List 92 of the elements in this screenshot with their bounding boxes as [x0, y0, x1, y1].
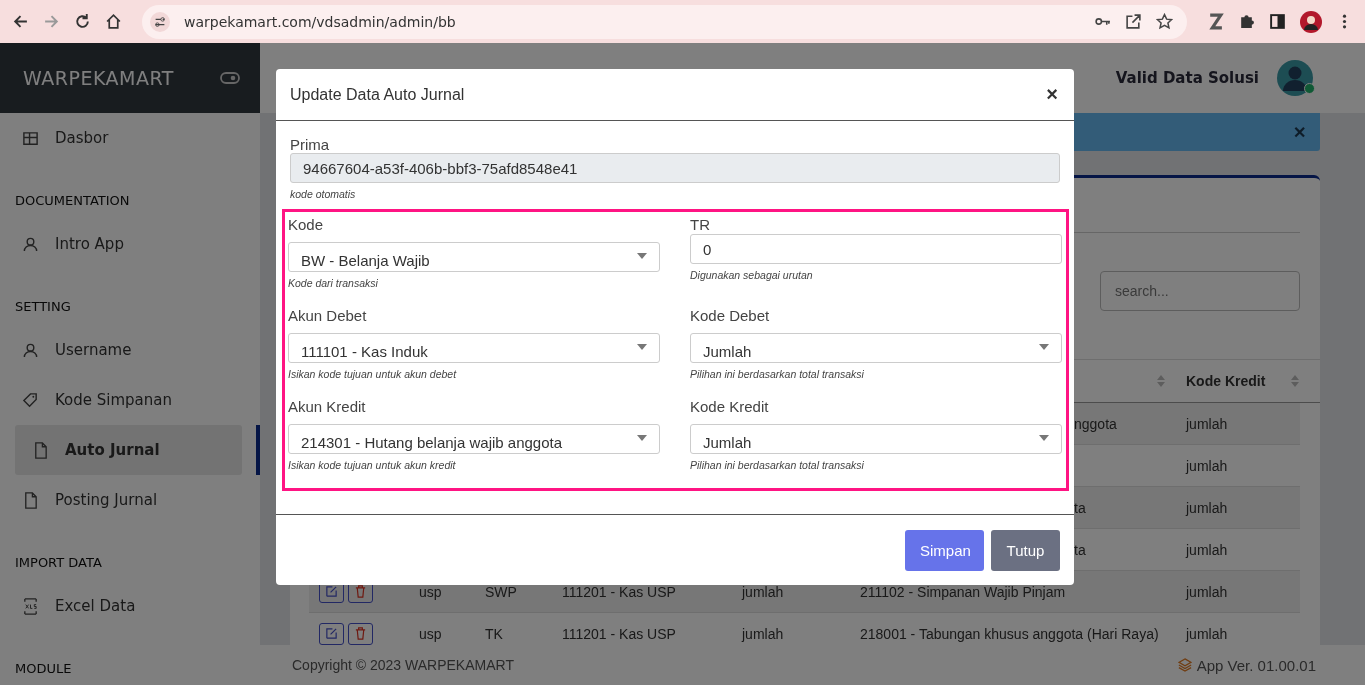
field-label: TR [690, 216, 711, 235]
edit-icon [325, 627, 338, 640]
sidebar-item[interactable]: Posting Jurnal [0, 475, 260, 525]
tag-icon [22, 391, 39, 409]
amount-cell: jumlah [1186, 499, 1228, 516]
star-icon[interactable] [1156, 13, 1173, 30]
copyright-text: Copyright © 2023 WARPEKAMART [292, 657, 514, 673]
sidebar-item[interactable]: Intro App [0, 219, 260, 269]
spreadsheet-icon [22, 597, 39, 615]
share-icon[interactable] [1125, 13, 1142, 30]
user-name: Valid Data Solusi [1115, 69, 1259, 87]
help-text: Pilihan ini berdasarkan total transaksi [690, 368, 865, 380]
brand-title: WARPEKAMART [23, 67, 174, 89]
back-icon[interactable] [12, 13, 29, 30]
person-icon [22, 235, 39, 253]
input-field[interactable]: 0 [690, 234, 1062, 264]
caret-icon [1039, 344, 1049, 350]
readonly-field: 94667604-a53f-406b-bbf3-75afd8548e41 [290, 153, 1060, 183]
section-heading: MODULE [15, 660, 73, 678]
code-cell: TK [485, 625, 503, 642]
amount-cell: jumlah [1186, 457, 1228, 474]
trash-icon [354, 585, 367, 598]
sidebar-item[interactable]: Kode Simpanan [0, 375, 260, 425]
select-field[interactable]: BW - Belanja Wajib [288, 242, 660, 272]
account-cell: nggota [1074, 415, 1117, 432]
amount-cell: jumlah [742, 583, 784, 600]
account-cell: 111201 - Kas USP [562, 583, 676, 600]
help-text: Kode dari transaksi [288, 277, 379, 289]
puzzle-icon[interactable] [1238, 13, 1255, 30]
section-heading: IMPORT DATA [15, 554, 103, 572]
amount-cell: jumlah [742, 625, 784, 642]
group-cell: usp [419, 583, 442, 600]
amount-cell: jumlah [1186, 541, 1228, 558]
modal-title: Update Data Auto Jurnal [290, 85, 465, 104]
url-text: warpekamart.com/vdsadmin/admin/bb [184, 13, 456, 30]
close-button[interactable]: × [1044, 83, 1060, 106]
amount-cell: jumlah [1186, 583, 1228, 600]
home-icon[interactable] [105, 13, 122, 30]
caret-icon [637, 253, 647, 259]
amount-cell: jumlah [1186, 415, 1228, 432]
grid-icon [22, 129, 39, 147]
select-field[interactable]: 111101 - Kas Induk [288, 333, 660, 363]
toggle-icon[interactable] [220, 72, 240, 84]
help-text: Isikan kode tujuan untuk akun kredit [288, 459, 457, 471]
field-label: Kode Kredit [690, 398, 770, 417]
sidebar-item[interactable]: Excel Data [0, 581, 260, 631]
field-label: Akun Kredit [288, 398, 367, 417]
help-text: kode otomatis [290, 188, 357, 200]
section-heading: DOCUMENTATION [15, 192, 131, 210]
account-cell: 218001 - Tabungan khusus anggota (Hari Raya) [860, 625, 1159, 642]
caret-icon [1039, 435, 1049, 441]
select-field[interactable]: Jumlah [690, 424, 1062, 454]
field-label: Prima [290, 136, 331, 155]
field-label: Kode Debet [690, 307, 771, 326]
select-field[interactable]: Jumlah [690, 333, 1062, 363]
layers-icon [1177, 658, 1192, 672]
user-avatar[interactable] [1277, 60, 1313, 96]
field-label: Akun Debet [288, 307, 368, 326]
side-panel-icon[interactable] [1269, 13, 1286, 30]
account-cell: 211102 - Simpanan Wajib Pinjam [860, 583, 1066, 600]
select-field[interactable]: 214301 - Hutang belanja wajib anggota [288, 424, 660, 454]
close-button[interactable]: ✕ [1293, 122, 1306, 142]
column-header[interactable]: Kode Kredit [1186, 373, 1266, 389]
caret-icon [637, 344, 647, 350]
extension-icon[interactable] [1207, 13, 1224, 30]
person-icon [22, 341, 39, 359]
section-heading: SETTING [15, 298, 72, 316]
field-label: Kode [288, 216, 325, 235]
sidebar-item[interactable]: Username [0, 325, 260, 375]
account-cell: ta [1074, 541, 1086, 558]
site-settings-icon[interactable] [150, 11, 170, 32]
amount-cell: jumlah [1186, 625, 1228, 642]
help-text: Pilihan ini berdasarkan total transaksi [690, 459, 865, 471]
help-text: Isikan kode tujuan untuk akun debet [288, 368, 458, 380]
search-field[interactable]: search... [1100, 271, 1300, 311]
close-button[interactable]: Tutup [991, 529, 1060, 571]
account-cell: 111201 - Kas USP [562, 625, 676, 642]
edit-icon [325, 585, 338, 598]
reload-icon[interactable] [74, 13, 91, 30]
caret-icon [637, 435, 647, 441]
save-button[interactable]: Simpan [905, 529, 984, 571]
sidebar-item[interactable]: Dasbor [0, 113, 260, 163]
trash-icon [354, 627, 367, 640]
document-icon [32, 441, 49, 459]
group-cell: usp [419, 625, 442, 642]
address-bar[interactable]: warpekamart.com/vdsadmin/admin/bb [142, 4, 1187, 39]
profile-avatar[interactable] [1300, 10, 1322, 33]
code-cell: SWP [485, 583, 517, 600]
version-text: App Ver. 01.00.01 [1196, 656, 1316, 674]
account-cell: ta [1074, 499, 1086, 516]
document-icon [22, 491, 39, 509]
help-text: Digunakan sebagai urutan [690, 269, 814, 281]
